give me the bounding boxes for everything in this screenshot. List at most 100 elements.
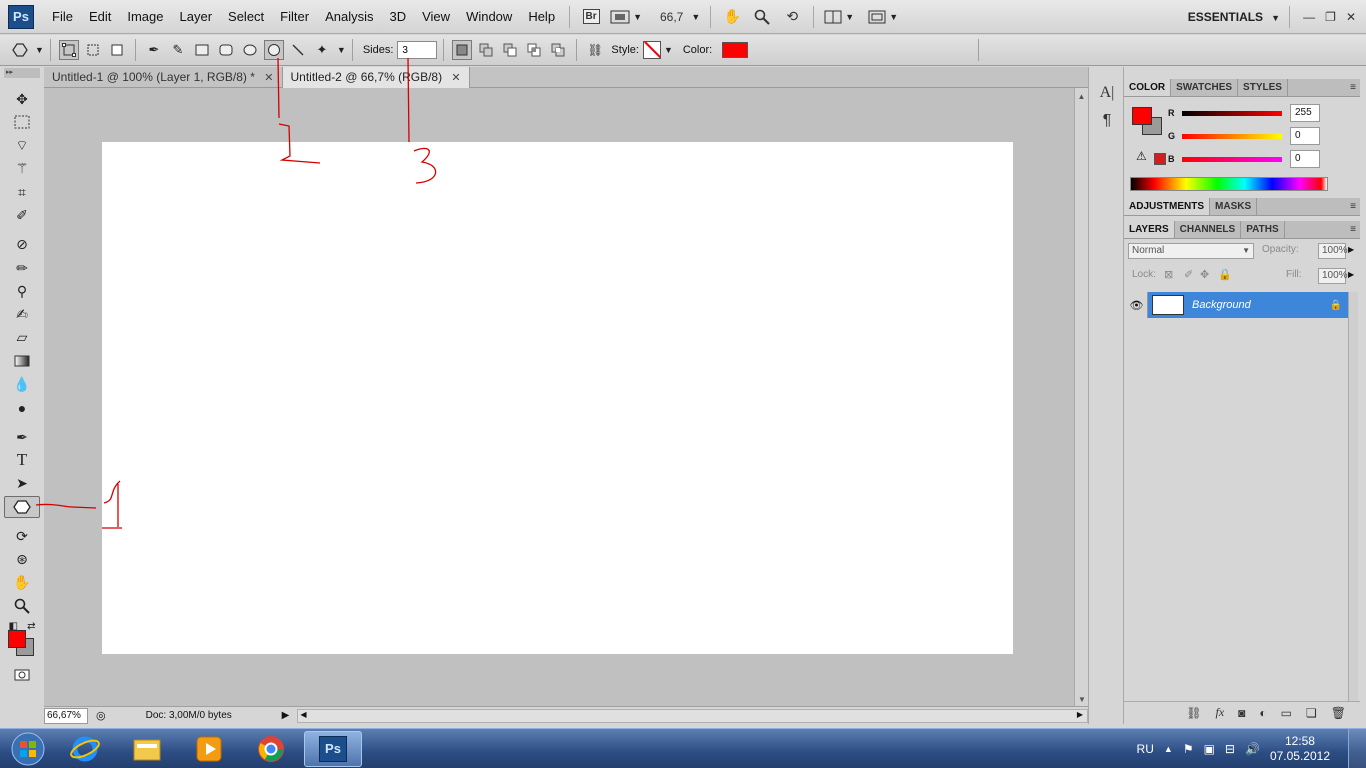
tool-zoom[interactable] (4, 595, 40, 617)
tool-quick-select[interactable]: ⚚ (4, 158, 40, 180)
photoshop-logo[interactable]: Ps (8, 4, 34, 29)
tool-3d-rotate[interactable]: ⟳ (4, 525, 40, 547)
ellipse-shape-option[interactable] (240, 40, 260, 60)
menu-file[interactable]: File (44, 0, 81, 34)
sides-input[interactable] (397, 41, 438, 59)
blue-slider[interactable] (1182, 156, 1282, 162)
canvas[interactable] (102, 142, 1013, 654)
menu-view[interactable]: View (414, 0, 458, 34)
red-value-field[interactable]: 255 (1290, 104, 1320, 122)
menu-filter[interactable]: Filter (272, 0, 317, 34)
menu-analysis[interactable]: Analysis (317, 0, 381, 34)
tool-history-brush[interactable]: ✍ (4, 304, 40, 326)
minimize-icon[interactable]: — (1303, 10, 1315, 24)
horizontal-scrollbar[interactable]: ◀ ▶ (297, 708, 1088, 723)
tool-healing-brush[interactable]: ⊘ (4, 234, 40, 256)
fill-field[interactable]: 100% (1318, 268, 1348, 284)
menu-edit[interactable]: Edit (81, 0, 119, 34)
tab-channels[interactable]: CHANNELS (1175, 221, 1242, 238)
lock-transparent-icon[interactable]: ⊠ (1164, 268, 1173, 281)
lock-all-icon[interactable]: 🔒 (1218, 268, 1232, 281)
action-center-flag-icon[interactable]: ⚑ (1183, 742, 1194, 756)
panel-menu-icon[interactable]: ≡ (1350, 221, 1356, 239)
zoom-level-dropdown[interactable]: 66,7 ▼ (660, 7, 700, 27)
close-icon[interactable]: ✕ (451, 72, 460, 84)
tool-marquee[interactable] (4, 111, 40, 133)
tool-crop[interactable]: ⌗ (4, 181, 40, 203)
restore-icon[interactable]: ❐ (1325, 10, 1336, 24)
menu-select[interactable]: Select (220, 0, 272, 34)
link-layer-style-button[interactable]: ⛓ (585, 40, 605, 60)
clock[interactable]: 12:58 07.05.2012 (1270, 734, 1330, 764)
tools-panel-collapse-bar[interactable]: ▸▸ (4, 68, 40, 78)
tool-gradient[interactable] (4, 350, 40, 372)
vertical-scrollbar[interactable]: ▲ ▼ (1074, 88, 1088, 706)
shape-layers-mode-button[interactable] (58, 40, 79, 60)
tool-brush[interactable]: ✏ (4, 257, 40, 279)
panel-menu-icon[interactable]: ≡ (1350, 79, 1356, 97)
arrange-documents-button[interactable]: ▼ (824, 7, 854, 27)
tab-masks[interactable]: MASKS (1210, 198, 1258, 215)
add-to-shape-area-button[interactable] (476, 40, 496, 60)
tab-layers[interactable]: LAYERS (1124, 221, 1175, 238)
tab-adjustments[interactable]: ADJUSTMENTS (1124, 198, 1211, 215)
fill-arrow-icon[interactable]: ▶ (1348, 270, 1354, 279)
document-tab-untitled-2[interactable]: Untitled-2 @ 66,7% (RGB/8) ✕ (282, 67, 470, 88)
network-icon[interactable]: ⊟ (1225, 742, 1235, 756)
document-window[interactable] (44, 88, 1074, 706)
layer-mask-icon[interactable]: ◙ (1238, 706, 1245, 720)
freeform-pen-option[interactable]: ✎ (168, 40, 188, 60)
quick-mask-button[interactable] (4, 664, 40, 686)
menu-3d[interactable]: 3D (381, 0, 414, 34)
zoom-percentage-field[interactable]: 66,67% (44, 707, 88, 724)
trash-icon[interactable]: 🗑 (1331, 706, 1346, 720)
taskbar-internet-explorer[interactable] (56, 731, 114, 767)
zoom-tool-button[interactable] (751, 7, 773, 27)
scroll-left-arrow-icon[interactable]: ◀ (300, 710, 306, 719)
close-icon[interactable]: ✕ (264, 72, 273, 84)
show-hidden-icons-icon[interactable]: ▲ (1164, 744, 1173, 754)
tool-move[interactable]: ✥ (4, 88, 40, 110)
style-picker-swatch[interactable] (642, 41, 661, 59)
tool-dodge[interactable]: ● (4, 397, 40, 419)
panel-menu-icon[interactable]: ≡ (1350, 198, 1356, 216)
rounded-rectangle-option[interactable] (216, 40, 236, 60)
green-value-field[interactable]: 0 (1290, 127, 1320, 145)
tool-type[interactable]: T (4, 449, 40, 471)
scroll-right-arrow-icon[interactable]: ▶ (1077, 710, 1083, 719)
language-indicator[interactable]: RU (1137, 742, 1154, 756)
mini-bridge-button[interactable]: ▼ (610, 7, 642, 27)
tool-preset-picker[interactable] (10, 40, 30, 60)
show-desktop-button[interactable] (1348, 729, 1366, 768)
layer-row-background[interactable]: 👁 Background 🔒 (1126, 292, 1358, 318)
chevron-down-icon[interactable]: ▼ (664, 45, 673, 55)
tool-3d-orbit[interactable]: ⊛ (4, 549, 40, 571)
opacity-arrow-icon[interactable]: ▶ (1348, 245, 1354, 254)
blend-mode-dropdown[interactable]: Normal ▼ (1128, 243, 1254, 259)
hand-tool-button[interactable]: ✋ (721, 7, 743, 27)
start-button[interactable] (4, 730, 52, 768)
tool-hand[interactable]: ✋ (4, 572, 40, 594)
foreground-color-swatch[interactable] (8, 630, 26, 648)
out-of-gamut-warning-icon[interactable]: ⚠ (1136, 149, 1147, 163)
rotate-view-button[interactable]: ⟲ (781, 7, 803, 27)
taskbar-media-player[interactable] (180, 731, 238, 767)
chevron-down-icon[interactable]: ▼ (35, 45, 44, 55)
tool-path-selection[interactable]: ➤ (4, 473, 40, 495)
lock-image-icon[interactable]: ✐ (1184, 268, 1193, 281)
tool-polygon[interactable] (4, 496, 40, 519)
foreground-color-swatch[interactable] (1132, 107, 1152, 125)
fill-pixels-mode-button[interactable] (107, 40, 127, 60)
tool-eyedropper[interactable]: ✐ (4, 204, 40, 226)
subtract-shape-area-button[interactable] (500, 40, 520, 60)
scroll-up-arrow-icon[interactable]: ▲ (1075, 92, 1088, 101)
create-new-shape-layer-button[interactable] (452, 40, 473, 60)
tool-blur[interactable]: 💧 (4, 374, 40, 396)
intersect-shape-areas-button[interactable] (524, 40, 544, 60)
gamut-color-swatch[interactable] (1154, 153, 1166, 165)
taskbar-explorer[interactable] (118, 731, 176, 767)
rectangle-shape-option[interactable] (192, 40, 212, 60)
status-info-icon[interactable]: ◎ (96, 709, 106, 722)
visibility-eye-icon[interactable]: 👁 (1126, 292, 1148, 318)
tab-paths[interactable]: PATHS (1241, 221, 1285, 238)
